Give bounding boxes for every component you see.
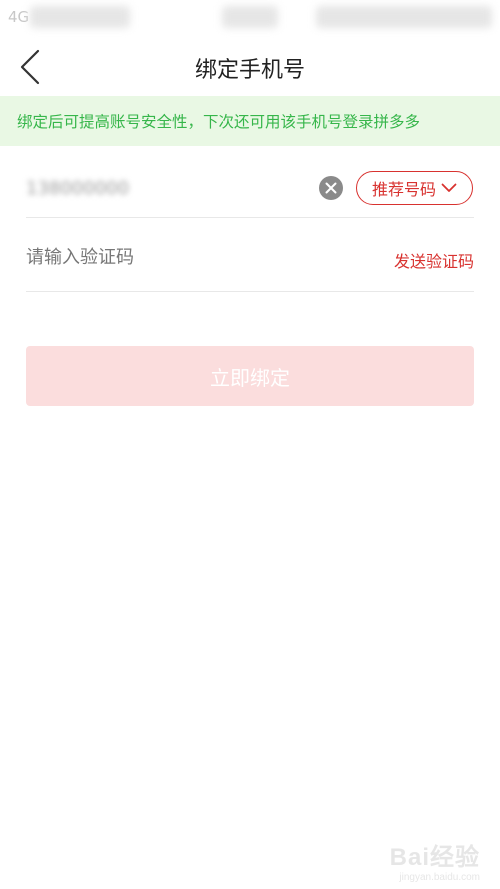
clear-button[interactable] xyxy=(319,176,343,200)
watermark-logo: Bai经验 xyxy=(389,844,480,871)
clear-circle-icon xyxy=(325,182,337,194)
recommend-number-label: 推荐号码 xyxy=(371,180,436,199)
status-network-text: 4G xyxy=(8,8,30,26)
verification-code-row: 发送验证码 xyxy=(26,220,474,292)
phone-input[interactable] xyxy=(26,172,186,204)
bind-now-button[interactable]: 立即绑定 xyxy=(26,346,474,406)
send-code-button[interactable]: 发送验证码 xyxy=(394,248,474,272)
page-title: 绑定手机号 xyxy=(194,58,305,83)
phone-row: 推荐号码 xyxy=(26,158,474,218)
recommend-number-button[interactable]: 推荐号码 xyxy=(356,171,473,205)
status-blur-block xyxy=(316,6,492,28)
security-notice: 绑定后可提高账号安全性，下次还可用该手机号登录拼多多 xyxy=(0,96,500,146)
chevron-down-icon xyxy=(441,183,457,192)
nav-bar: 绑定手机号 xyxy=(0,38,500,96)
watermark: Bai经验 jingyan.baidu.com xyxy=(390,837,480,883)
status-blur-block xyxy=(222,6,278,28)
verification-code-input[interactable] xyxy=(26,242,326,272)
notice-text: 绑定后可提高账号安全性，下次还可用该手机号登录拼多多 xyxy=(17,113,421,131)
status-bar: 4G xyxy=(0,0,500,38)
status-blur-block xyxy=(30,6,130,28)
watermark-url: jingyan.baidu.com xyxy=(399,872,480,883)
